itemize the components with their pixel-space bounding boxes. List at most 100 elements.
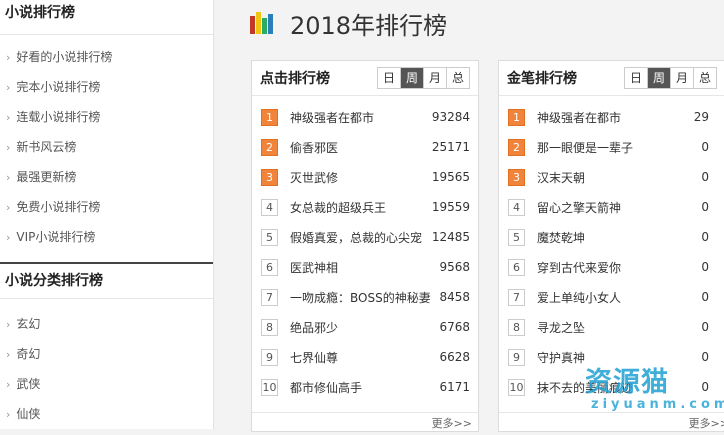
book-title[interactable]: 神级强者在都市	[537, 109, 688, 126]
sidebar-item-label: 连载小说排行榜	[16, 110, 101, 124]
rank-row[interactable]: 3 汉末天朝 0	[499, 162, 717, 192]
sidebar-item-free-novels[interactable]: › 免费小说排行榜	[0, 192, 213, 222]
book-spine	[250, 16, 255, 34]
rank-row[interactable]: 8 绝品邪少 6768	[252, 312, 478, 342]
rank-value: 0	[701, 230, 709, 244]
book-title[interactable]: 医武神相	[290, 259, 433, 276]
tab-total[interactable]: 总	[693, 68, 716, 88]
rank-row[interactable]: 1 神级强者在都市 93284	[252, 102, 478, 132]
rank-value: 6171	[439, 380, 470, 394]
book-title[interactable]: 一吻成瘾：BOSS的神秘妻	[290, 289, 433, 306]
rank-row[interactable]: 1 神级强者在都市 29	[499, 102, 717, 132]
sidebar-item-most-updated[interactable]: › 最强更新榜	[0, 162, 213, 192]
rank-number: 10	[508, 378, 525, 396]
sidebar-item-good-novels[interactable]: › 好看的小说排行榜	[0, 42, 213, 72]
sidebar-item-label: 最强更新榜	[16, 170, 77, 184]
tab-week[interactable]: 周	[647, 68, 670, 88]
sidebar-item-xianxia[interactable]: › 仙侠	[0, 399, 213, 429]
book-title[interactable]: 留心之擎天箭神	[537, 199, 695, 216]
book-title[interactable]: 那一眼便是一辈子	[537, 139, 695, 156]
sidebar-item-new-books[interactable]: › 新书风云榜	[0, 132, 213, 162]
sidebar: 小说排行榜 › 好看的小说排行榜 › 完本小说排行榜 › 连载小说排行榜 › 新书风云榜…	[0, 0, 214, 429]
rank-row[interactable]: 2 那一眼便是一辈子 0	[499, 132, 717, 162]
book-title[interactable]: 绝品邪少	[290, 319, 433, 336]
rank-row[interactable]: 9 七界仙尊 6628	[252, 342, 478, 372]
book-title[interactable]: 七界仙尊	[290, 349, 433, 366]
page-header: 2018年排行榜	[250, 6, 447, 40]
book-title[interactable]: 寻龙之坠	[537, 319, 695, 336]
chevron-right-icon: ›	[6, 348, 11, 361]
rank-row[interactable]: 3 灭世武修 19565	[252, 162, 478, 192]
rank-number: 1	[261, 108, 278, 126]
rank-row[interactable]: 7 一吻成瘾：BOSS的神秘妻 8458	[252, 282, 478, 312]
book-spine	[268, 14, 273, 34]
rank-value: 0	[701, 320, 709, 334]
panel-title: 点击排行榜	[260, 71, 330, 87]
rank-value: 25171	[431, 140, 470, 154]
book-title[interactable]: 爱上单纯小女人	[537, 289, 695, 306]
rank-number: 3	[261, 168, 278, 186]
sidebar-item-serial-novels[interactable]: › 连载小说排行榜	[0, 102, 213, 132]
sidebar-item-label: 好看的小说排行榜	[16, 50, 113, 64]
rank-number: 10	[261, 378, 278, 396]
book-title[interactable]: 都市修仙高手	[290, 379, 433, 396]
tab-month[interactable]: 月	[670, 68, 693, 88]
sidebar-item-label: 完本小说排行榜	[16, 80, 101, 94]
tab-day[interactable]: 日	[625, 68, 647, 88]
rank-row[interactable]: 5 假婚真爱，总裁的心尖宠 12485	[252, 222, 478, 252]
rank-value: 0	[701, 260, 709, 274]
more-link[interactable]: 更多>>	[252, 412, 478, 431]
book-title[interactable]: 灭世武修	[290, 169, 426, 186]
rank-row[interactable]: 5 魔焚乾坤 0	[499, 222, 717, 252]
rank-row[interactable]: 4 留心之擎天箭神 0	[499, 192, 717, 222]
rank-value: 0	[701, 140, 709, 154]
books-icon	[250, 12, 274, 34]
tab-month[interactable]: 月	[423, 68, 446, 88]
rank-row[interactable]: 4 女总裁的超级兵王 19559	[252, 192, 478, 222]
rank-row[interactable]: 9 守护真神 0	[499, 342, 717, 372]
rank-value: 8458	[439, 290, 470, 304]
rank-value: 19565	[431, 170, 470, 184]
rank-row[interactable]: 10 抹不去的美丽痕迹 0	[499, 372, 717, 402]
more-link[interactable]: 更多>>	[499, 412, 724, 431]
book-title[interactable]: 汉末天朝	[537, 169, 695, 186]
tab-week[interactable]: 周	[400, 68, 423, 88]
period-tabs: 日 周 月 总	[377, 67, 470, 89]
book-title[interactable]: 魔焚乾坤	[537, 229, 695, 246]
rank-number: 8	[261, 318, 278, 336]
rank-number: 9	[508, 348, 525, 366]
rank-value: 0	[701, 350, 709, 364]
rank-row[interactable]: 7 爱上单纯小女人 0	[499, 282, 717, 312]
book-spine	[262, 18, 267, 34]
sidebar-item-label: VIP小说排行榜	[16, 230, 96, 244]
panel-header: 点击排行榜 日 周 月 总	[252, 61, 478, 96]
sidebar-item-vip-novels[interactable]: › VIP小说排行榜	[0, 222, 213, 252]
tab-total[interactable]: 总	[446, 68, 469, 88]
sidebar-item-completed-novels[interactable]: › 完本小说排行榜	[0, 72, 213, 102]
book-title[interactable]: 抹不去的美丽痕迹	[537, 379, 695, 396]
rank-row[interactable]: 6 医武神相 9568	[252, 252, 478, 282]
sidebar-item-qihuan[interactable]: › 奇幻	[0, 339, 213, 369]
rank-row[interactable]: 8 寻龙之坠 0	[499, 312, 717, 342]
chevron-right-icon: ›	[6, 378, 11, 391]
rank-value: 93284	[431, 110, 470, 124]
rank-value: 0	[701, 200, 709, 214]
panel-title: 金笔排行榜	[507, 71, 577, 87]
period-tabs: 日 周 月 总	[624, 67, 717, 89]
book-title[interactable]: 假婚真爱，总裁的心尖宠	[290, 229, 426, 246]
rank-number: 4	[261, 198, 278, 216]
sidebar-item-xuanhuan[interactable]: › 玄幻	[0, 309, 213, 339]
book-title[interactable]: 穿到古代来爱你	[537, 259, 695, 276]
tab-day[interactable]: 日	[378, 68, 400, 88]
book-title[interactable]: 偷香邪医	[290, 139, 426, 156]
sidebar-category-list: › 玄幻 › 奇幻 › 武侠 › 仙侠	[0, 299, 213, 429]
chevron-right-icon: ›	[6, 408, 11, 421]
rank-row[interactable]: 2 偷香邪医 25171	[252, 132, 478, 162]
book-title[interactable]: 守护真神	[537, 349, 695, 366]
rank-number: 7	[261, 288, 278, 306]
rank-row[interactable]: 10 都市修仙高手 6171	[252, 372, 478, 402]
sidebar-item-wuxia[interactable]: › 武侠	[0, 369, 213, 399]
book-title[interactable]: 女总裁的超级兵王	[290, 199, 426, 216]
book-title[interactable]: 神级强者在都市	[290, 109, 426, 126]
rank-row[interactable]: 6 穿到古代来爱你 0	[499, 252, 717, 282]
